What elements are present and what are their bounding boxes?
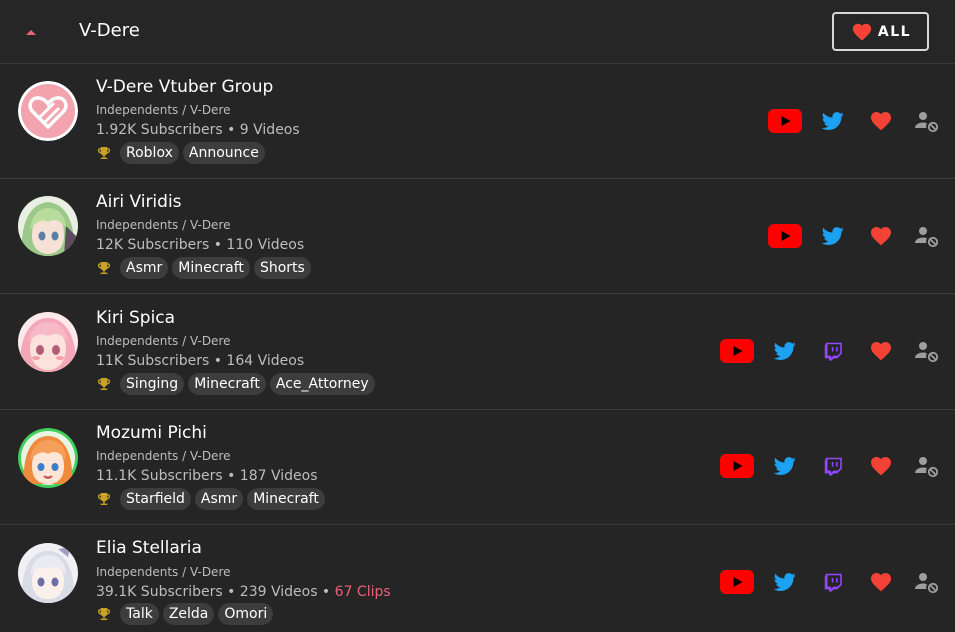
collapse-button[interactable] (18, 20, 44, 44)
tag-chip[interactable]: Shorts (253, 257, 311, 279)
tag-chip[interactable]: Roblox (120, 142, 179, 164)
twitch-icon[interactable] (815, 333, 851, 369)
green-hair-avatar (18, 196, 78, 256)
twitch-icon[interactable] (815, 448, 851, 484)
tag-chip[interactable]: Ace_Attorney (269, 373, 375, 395)
tag-list: Asmr Minecraft Shorts (96, 257, 311, 279)
channel-avatar[interactable] (18, 543, 78, 603)
channel-row: Mozumi Pichi Independents / V-Dere 11.1K… (0, 410, 955, 525)
channel-org: Independents / V-Dere (96, 103, 231, 117)
twitter-icon[interactable] (767, 333, 803, 369)
channel-stats-text: 12K Subscribers • 110 Videos (96, 237, 305, 253)
channel-avatar[interactable] (18, 312, 78, 372)
channel-org: Independents / V-Dere (96, 334, 231, 348)
tag-chip[interactable]: Minecraft (172, 257, 250, 279)
white-hair-avatar (18, 543, 78, 603)
heart-logo-avatar (18, 81, 78, 141)
trophy-icon (96, 374, 116, 394)
channel-org: Independents / V-Dere (96, 565, 231, 579)
twitter-icon[interactable] (767, 564, 803, 600)
tag-chip[interactable]: Announce (182, 142, 265, 164)
caret-up-icon (26, 29, 36, 35)
tag-chip[interactable]: Minecraft (247, 488, 325, 510)
tag-chip[interactable]: Starfield (120, 488, 191, 510)
favorite-all-button[interactable]: ALL (832, 12, 929, 51)
channel-stats: 1.92K Subscribers • 9 Videos (96, 122, 300, 138)
tag-chip[interactable]: Singing (120, 373, 185, 395)
clips-link[interactable]: 67 Clips (335, 584, 391, 600)
group-title: V-Dere (79, 20, 140, 41)
channel-row: Airi Viridis Independents / V-Dere 12K S… (0, 179, 955, 294)
pink-hair-avatar (18, 312, 78, 372)
channel-org: Independents / V-Dere (96, 218, 231, 232)
youtube-icon[interactable] (719, 564, 755, 600)
channel-stats-text: 11K Subscribers • 164 Videos (96, 353, 305, 369)
tag-list: Starfield Asmr Minecraft (96, 488, 325, 510)
trophy-icon (96, 604, 116, 624)
tag-list: Talk Zelda Omori (96, 603, 274, 625)
channel-stats-text: 11.1K Subscribers • 187 Videos (96, 468, 318, 484)
favorite-heart-icon[interactable] (863, 218, 899, 254)
favorite-heart-icon[interactable] (863, 333, 899, 369)
youtube-icon[interactable] (767, 218, 803, 254)
tag-chip[interactable]: Omori (218, 603, 274, 625)
channel-name[interactable]: Airi Viridis (96, 192, 182, 212)
channel-name[interactable]: Kiri Spica (96, 308, 175, 328)
channel-stats: 11K Subscribers • 164 Videos (96, 353, 304, 369)
channel-avatar[interactable] (18, 196, 78, 256)
trophy-icon (96, 489, 116, 509)
channel-avatar[interactable] (18, 428, 78, 488)
block-user-icon[interactable] (909, 564, 945, 600)
channel-stats: 11.1K Subscribers • 187 Videos (96, 468, 317, 484)
block-user-icon[interactable] (909, 333, 945, 369)
heart-icon (852, 23, 872, 41)
block-user-icon[interactable] (909, 448, 945, 484)
twitter-icon[interactable] (815, 103, 851, 139)
twitch-icon[interactable] (815, 564, 851, 600)
youtube-icon[interactable] (719, 448, 755, 484)
trophy-icon (96, 258, 116, 278)
channel-name[interactable]: V-Dere Vtuber Group (96, 77, 273, 97)
group-header: V-Dere ALL (0, 0, 955, 64)
channel-stats-text: 1.92K Subscribers • 9 Videos (96, 122, 300, 138)
tag-list: Roblox Announce (96, 142, 265, 164)
tag-chip[interactable]: Asmr (194, 488, 244, 510)
youtube-icon[interactable] (719, 333, 755, 369)
favorite-heart-icon[interactable] (863, 564, 899, 600)
channel-name[interactable]: Mozumi Pichi (96, 423, 207, 443)
channel-stats: 39.1K Subscribers • 239 Videos • 67 Clip… (96, 584, 391, 600)
channel-org: Independents / V-Dere (96, 449, 231, 463)
tag-chip[interactable]: Minecraft (188, 373, 266, 395)
block-user-icon[interactable] (909, 218, 945, 254)
channel-stats: 12K Subscribers • 110 Videos (96, 237, 304, 253)
trophy-icon (96, 143, 116, 163)
tag-chip[interactable]: Talk (120, 603, 159, 625)
tag-chip[interactable]: Asmr (120, 257, 169, 279)
all-button-label: ALL (877, 23, 912, 40)
channel-row: Elia Stellaria Independents / V-Dere 39.… (0, 525, 955, 632)
youtube-icon[interactable] (767, 103, 803, 139)
favorite-heart-icon[interactable] (863, 103, 899, 139)
favorite-heart-icon[interactable] (863, 448, 899, 484)
twitter-icon[interactable] (767, 448, 803, 484)
channel-avatar[interactable] (18, 81, 78, 141)
channel-row: Kiri Spica Independents / V-Dere 11K Sub… (0, 294, 955, 410)
orange-hair-avatar (18, 428, 78, 488)
channel-stats-text: 39.1K Subscribers • 239 Videos • (96, 584, 331, 600)
tag-chip[interactable]: Zelda (162, 603, 215, 625)
channel-name[interactable]: Elia Stellaria (96, 538, 202, 558)
twitter-icon[interactable] (815, 218, 851, 254)
tag-list: Singing Minecraft Ace_Attorney (96, 373, 375, 395)
block-user-icon[interactable] (909, 103, 945, 139)
channel-row: V-Dere Vtuber Group Independents / V-Der… (0, 64, 955, 179)
